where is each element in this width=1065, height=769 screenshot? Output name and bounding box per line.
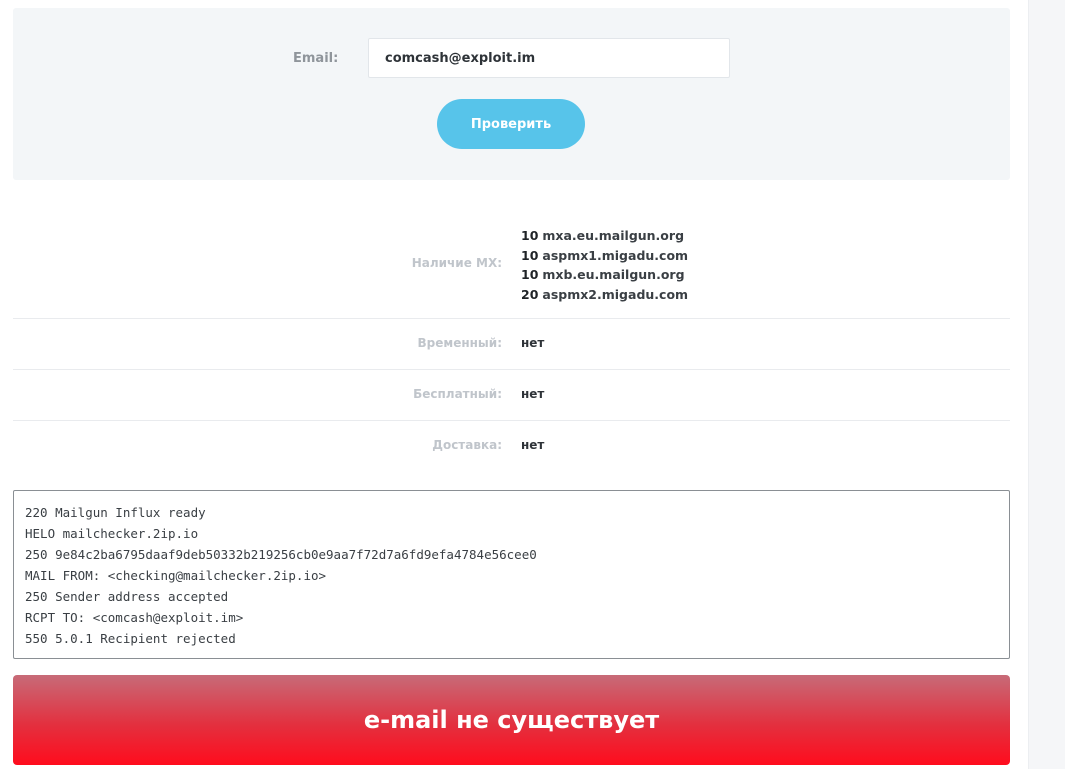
smtp-log[interactable]: 220 Mailgun Influx ready HELO mailchecke… xyxy=(13,490,1010,659)
results-table: Наличие MX: 10 mxa.eu.mailgun.org 10 asp… xyxy=(13,212,1010,471)
delivery-row: Доставка: нет xyxy=(13,421,1010,471)
free-value: нет xyxy=(521,387,545,401)
mx-priority: 20 xyxy=(521,286,539,302)
page-scroll-strip xyxy=(1028,0,1065,769)
smtp-log-line: 550 5.0.1 Recipient rejected xyxy=(25,631,236,646)
mx-priority: 10 xyxy=(521,247,539,263)
result-banner: e-mail не существует xyxy=(13,675,1010,765)
delivery-value: нет xyxy=(521,438,545,452)
mx-label: Наличие MX: xyxy=(411,256,502,270)
delivery-label: Доставка: xyxy=(432,438,502,452)
smtp-log-line: HELO mailchecker.2ip.io xyxy=(25,526,199,541)
check-button[interactable]: Проверить xyxy=(437,99,585,149)
smtp-log-line: RCPT TO: <comcash@exploit.im> xyxy=(25,610,244,625)
smtp-log-line: 220 Mailgun Influx ready xyxy=(25,505,206,520)
mx-priority: 10 xyxy=(521,228,539,243)
result-text: e-mail не существует xyxy=(363,706,660,734)
mx-host: mxb.eu.mailgun.org xyxy=(542,267,685,282)
free-label: Бесплатный: xyxy=(413,387,502,401)
mx-row: Наличие MX: 10 mxa.eu.mailgun.org 10 asp… xyxy=(13,212,1010,319)
smtp-log-line: MAIL FROM: <checking@mailchecker.2ip.io> xyxy=(25,568,327,583)
mx-host: mxa.eu.mailgun.org xyxy=(542,228,685,243)
mx-record: 10 mxb.eu.mailgun.org xyxy=(521,265,688,285)
mx-record: 20 aspmx2.migadu.com xyxy=(521,285,688,305)
mx-record: 10 mxa.eu.mailgun.org xyxy=(521,226,688,246)
temporary-value: нет xyxy=(521,336,545,350)
temporary-label: Временный: xyxy=(417,336,502,350)
email-label: Email: xyxy=(293,51,339,66)
email-check-form: Email: Проверить xyxy=(13,8,1010,180)
free-row: Бесплатный: нет xyxy=(13,370,1010,421)
mx-list: 10 mxa.eu.mailgun.org 10 aspmx1.migadu.c… xyxy=(521,226,688,304)
mx-host: aspmx2.migadu.com xyxy=(542,286,689,302)
mx-priority: 10 xyxy=(521,267,539,282)
mx-record: 10 aspmx1.migadu.com xyxy=(521,246,688,266)
email-input[interactable] xyxy=(368,38,730,78)
temporary-row: Временный: нет xyxy=(13,319,1010,370)
smtp-log-line: 250 Sender address accepted xyxy=(25,589,229,604)
smtp-log-line: 250 9e84c2ba6795daaf9deb50332b219256cb0e… xyxy=(25,547,537,562)
mx-host: aspmx1.migadu.com xyxy=(542,247,689,263)
